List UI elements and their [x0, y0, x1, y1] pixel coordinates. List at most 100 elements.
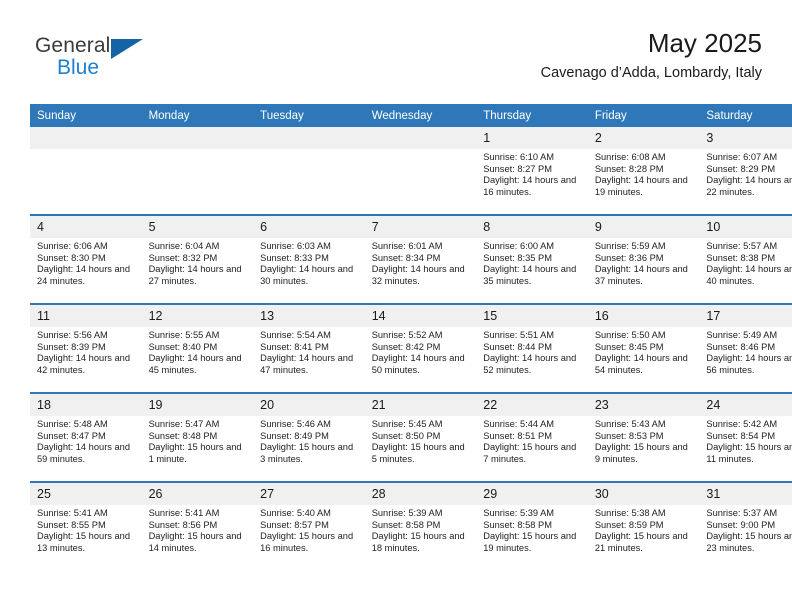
sunset-text: Sunset: 8:45 PM — [594, 341, 664, 352]
weekday-header-friday: Friday — [587, 104, 700, 127]
page-title: May 2025 — [647, 28, 762, 58]
daylight-text: Daylight: 14 hours and 16 minutes. — [483, 175, 577, 197]
daylight-text: Daylight: 15 hours and 18 minutes. — [371, 531, 465, 553]
day-sun-info: Sunrise: 5:48 AM Sunset: 8:47 PM Daylight:… — [30, 416, 142, 465]
sunrise-text: Sunrise: 5:41 AM — [37, 508, 108, 518]
calendar-day[interactable]: 17 Sunrise: 5:49 AM Sunset: 8:46 PM Dayligh… — [699, 305, 792, 392]
day-sun-info: Sunrise: 6:01 AM Sunset: 8:34 PM Daylight:… — [365, 238, 477, 287]
day-number: 18 — [30, 394, 142, 416]
day-number: 29 — [476, 483, 588, 505]
calendar-day[interactable]: 1 Sunrise: 6:10 AM Sunset: 8:27 PM Daylight… — [476, 127, 588, 214]
calendar-day[interactable]: 6 Sunrise: 6:03 AM Sunset: 8:33 PM Daylight… — [253, 216, 365, 303]
calendar-day[interactable]: 22 Sunrise: 5:44 AM Sunset: 8:51 PM Dayligh… — [476, 394, 588, 481]
calendar-week-row: 11 Sunrise: 5:56 AM Sunset: 8:39 PM Dayligh… — [30, 303, 792, 393]
calendar-cell: 18 Sunrise: 5:48 AM Sunset: 8:47 PM Dayligh… — [30, 392, 142, 482]
day-sun-info: Sunrise: 6:08 AM Sunset: 8:28 PM Daylight:… — [588, 149, 700, 198]
calendar-cell: 28 Sunrise: 5:39 AM Sunset: 8:58 PM Dayligh… — [364, 481, 477, 570]
sunrise-text: Sunrise: 6:06 AM — [37, 241, 108, 251]
sunset-text: Sunset: 8:54 PM — [706, 430, 776, 441]
calendar-day[interactable]: 27 Sunrise: 5:40 AM Sunset: 8:57 PM Dayligh… — [253, 483, 365, 570]
calendar-day[interactable]: 7 Sunrise: 6:01 AM Sunset: 8:34 PM Daylight… — [364, 216, 477, 303]
daylight-text: Daylight: 15 hours and 14 minutes. — [148, 531, 242, 553]
sunrise-text: Sunrise: 5:50 AM — [594, 330, 666, 340]
calendar-day[interactable]: 11 Sunrise: 5:56 AM Sunset: 8:39 PM Dayligh… — [30, 305, 142, 392]
calendar-day[interactable]: 3 Sunrise: 6:07 AM Sunset: 8:29 PM Daylight… — [699, 127, 792, 214]
calendar-cell: 4 Sunrise: 6:06 AM Sunset: 8:30 PM Daylight… — [30, 214, 142, 304]
calendar-day[interactable]: 28 Sunrise: 5:39 AM Sunset: 8:58 PM Dayligh… — [364, 483, 477, 570]
calendar-day[interactable]: 2 Sunrise: 6:08 AM Sunset: 8:28 PM Daylight… — [587, 127, 700, 214]
calendar-day[interactable]: 15 Sunrise: 5:51 AM Sunset: 8:44 PM Dayligh… — [476, 305, 588, 392]
daylight-text: Daylight: 14 hours and 42 minutes. — [37, 353, 131, 375]
calendar-cell: 23 Sunrise: 5:43 AM Sunset: 8:53 PM Dayligh… — [587, 392, 700, 482]
day-sun-info: Sunrise: 5:47 AM Sunset: 8:48 PM Daylight:… — [142, 416, 254, 465]
daylight-text: Daylight: 15 hours and 13 minutes. — [37, 531, 131, 553]
sunset-text: Sunset: 8:29 PM — [706, 163, 776, 174]
daylight-text: Daylight: 14 hours and 56 minutes. — [706, 353, 792, 375]
day-sun-info: Sunrise: 5:37 AM Sunset: 9:00 PM Daylight:… — [699, 505, 792, 554]
sunrise-text: Sunrise: 5:57 AM — [706, 241, 778, 251]
sunset-text: Sunset: 8:59 PM — [594, 519, 664, 530]
calendar-cell: 15 Sunrise: 5:51 AM Sunset: 8:44 PM Dayligh… — [476, 303, 588, 393]
sunrise-text: Sunrise: 5:49 AM — [706, 330, 778, 340]
daylight-text: Daylight: 15 hours and 5 minutes. — [371, 442, 465, 464]
sunset-text: Sunset: 8:44 PM — [483, 341, 552, 352]
day-number: 14 — [364, 305, 477, 327]
sunset-text: Sunset: 8:35 PM — [483, 252, 552, 263]
calendar-day[interactable]: 18 Sunrise: 5:48 AM Sunset: 8:47 PM Dayligh… — [30, 394, 142, 481]
daylight-text: Daylight: 14 hours and 22 minutes. — [706, 175, 792, 197]
calendar-day[interactable]: 30 Sunrise: 5:38 AM Sunset: 8:59 PM Dayligh… — [587, 483, 700, 570]
day-sun-info: Sunrise: 5:41 AM Sunset: 8:55 PM Daylight:… — [30, 505, 142, 554]
day-number: 16 — [587, 305, 700, 327]
calendar-day[interactable]: 16 Sunrise: 5:50 AM Sunset: 8:45 PM Dayligh… — [587, 305, 700, 392]
calendar-day[interactable]: 21 Sunrise: 5:45 AM Sunset: 8:50 PM Dayligh… — [364, 394, 477, 481]
general-blue-logo[interactable]: General Blue — [35, 34, 155, 90]
day-number: 10 — [699, 216, 792, 238]
calendar-day[interactable]: 19 Sunrise: 5:47 AM Sunset: 8:48 PM Dayligh… — [141, 394, 254, 481]
day-number: 25 — [30, 483, 142, 505]
calendar-day[interactable]: 20 Sunrise: 5:46 AM Sunset: 8:49 PM Dayligh… — [253, 394, 365, 481]
calendar-week-row: 4 Sunrise: 6:06 AM Sunset: 8:30 PM Daylight… — [30, 214, 792, 304]
daylight-text: Daylight: 14 hours and 30 minutes. — [260, 264, 354, 286]
calendar-cell: 19 Sunrise: 5:47 AM Sunset: 8:48 PM Dayligh… — [141, 392, 254, 482]
sunset-text: Sunset: 8:38 PM — [706, 252, 776, 263]
sunrise-text: Sunrise: 5:44 AM — [483, 419, 555, 429]
calendar-day[interactable]: 10 Sunrise: 5:57 AM Sunset: 8:38 PM Dayligh… — [699, 216, 792, 303]
calendar-day[interactable]: 13 Sunrise: 5:54 AM Sunset: 8:41 PM Dayligh… — [253, 305, 365, 392]
daylight-text: Daylight: 15 hours and 1 minute. — [148, 442, 242, 464]
sunrise-text: Sunrise: 5:43 AM — [594, 419, 666, 429]
title-block: May 2025 Cavenago d’Adda, Lombardy, Ital… — [541, 26, 762, 84]
calendar-day[interactable]: 26 Sunrise: 5:41 AM Sunset: 8:56 PM Dayligh… — [141, 483, 254, 570]
calendar-day[interactable]: 31 Sunrise: 5:37 AM Sunset: 9:00 PM Dayligh… — [699, 483, 792, 570]
calendar-cell: 12 Sunrise: 5:55 AM Sunset: 8:40 PM Dayligh… — [141, 303, 254, 393]
daylight-text: Daylight: 15 hours and 11 minutes. — [706, 442, 792, 464]
day-sun-info: Sunrise: 5:43 AM Sunset: 8:53 PM Daylight:… — [588, 416, 700, 465]
sunset-text: Sunset: 8:42 PM — [371, 341, 441, 352]
calendar-cell — [30, 127, 142, 215]
weekday-header-wednesday: Wednesday — [364, 104, 477, 127]
day-number: 1 — [476, 127, 588, 149]
calendar-day[interactable]: 12 Sunrise: 5:55 AM Sunset: 8:40 PM Dayligh… — [141, 305, 254, 392]
calendar-day[interactable]: 23 Sunrise: 5:43 AM Sunset: 8:53 PM Dayligh… — [587, 394, 700, 481]
day-number: 23 — [587, 394, 700, 416]
sunset-text: Sunset: 8:27 PM — [483, 163, 552, 174]
calendar-day[interactable]: 8 Sunrise: 6:00 AM Sunset: 8:35 PM Daylight… — [476, 216, 588, 303]
calendar-day[interactable]: 5 Sunrise: 6:04 AM Sunset: 8:32 PM Daylight… — [141, 216, 254, 303]
calendar-day[interactable]: 4 Sunrise: 6:06 AM Sunset: 8:30 PM Daylight… — [30, 216, 142, 303]
sunset-text: Sunset: 8:30 PM — [37, 252, 106, 263]
day-sun-info: Sunrise: 5:38 AM Sunset: 8:59 PM Daylight:… — [588, 505, 700, 554]
day-number: 2 — [587, 127, 700, 149]
calendar-day[interactable]: 25 Sunrise: 5:41 AM Sunset: 8:55 PM Dayligh… — [30, 483, 142, 570]
sunset-text: Sunset: 8:46 PM — [706, 341, 776, 352]
calendar-day[interactable]: 24 Sunrise: 5:42 AM Sunset: 8:54 PM Dayligh… — [699, 394, 792, 481]
sunrise-text: Sunrise: 5:51 AM — [483, 330, 555, 340]
calendar-cell: 7 Sunrise: 6:01 AM Sunset: 8:34 PM Daylight… — [364, 214, 477, 304]
calendar-day[interactable]: 29 Sunrise: 5:39 AM Sunset: 8:58 PM Dayligh… — [476, 483, 588, 570]
day-sun-info: Sunrise: 6:04 AM Sunset: 8:32 PM Daylight:… — [142, 238, 254, 287]
day-sun-info: Sunrise: 6:07 AM Sunset: 8:29 PM Daylight:… — [699, 149, 792, 198]
day-number: 5 — [141, 216, 254, 238]
day-number — [141, 127, 254, 149]
calendar-day[interactable]: 9 Sunrise: 5:59 AM Sunset: 8:36 PM Daylight… — [587, 216, 700, 303]
day-sun-info: Sunrise: 5:55 AM Sunset: 8:40 PM Daylight:… — [142, 327, 254, 376]
sunset-text: Sunset: 8:36 PM — [594, 252, 664, 263]
calendar-day[interactable]: 14 Sunrise: 5:52 AM Sunset: 8:42 PM Dayligh… — [364, 305, 477, 392]
